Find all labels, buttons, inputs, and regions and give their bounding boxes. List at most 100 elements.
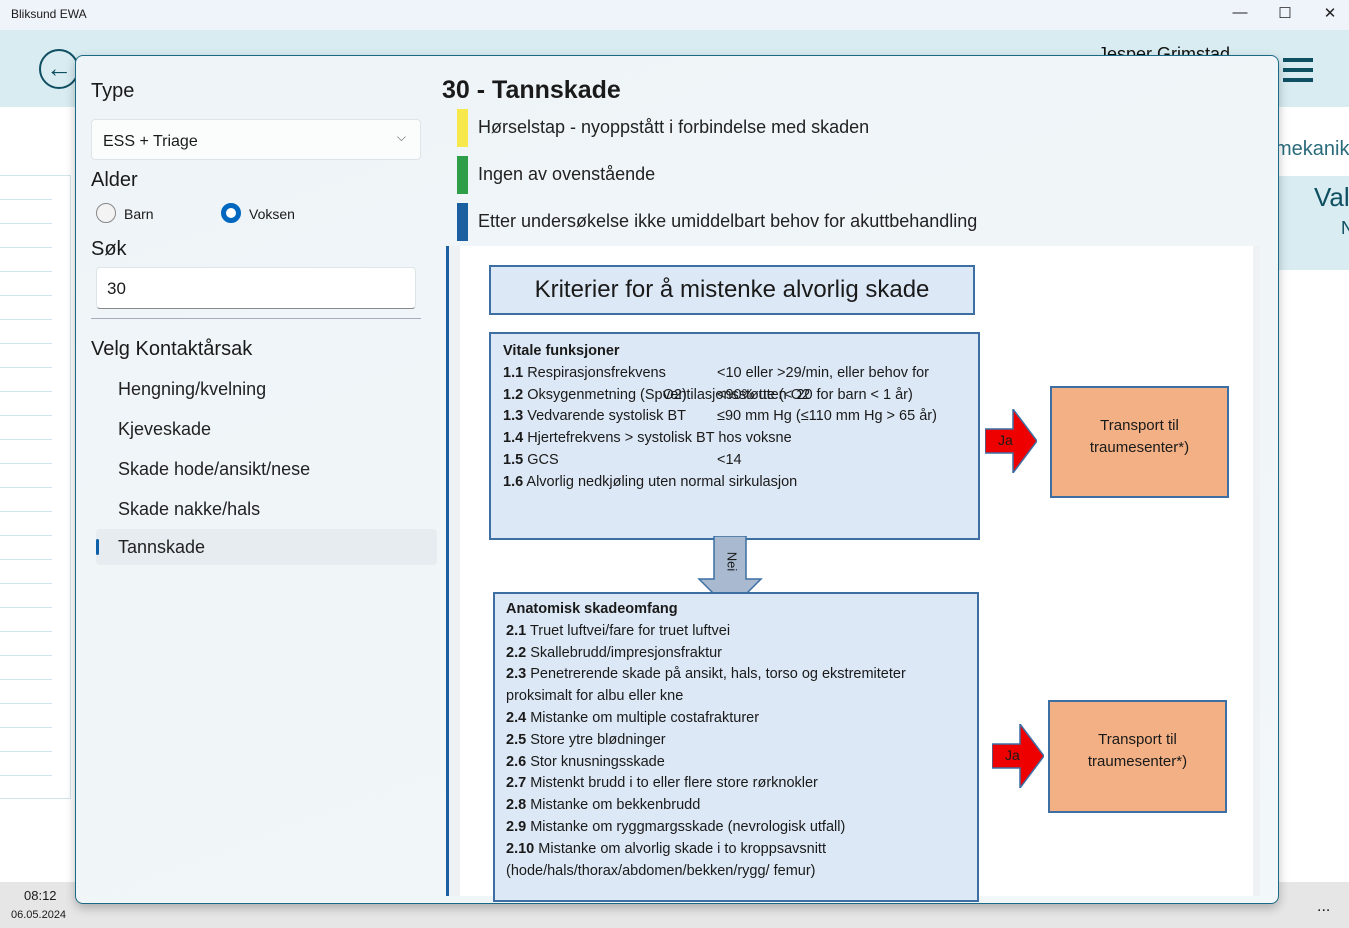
row-number: 1.4: [503, 430, 524, 447]
page-title: 30 - Tannskade: [442, 76, 621, 104]
row-text: Mistenkt brudd i to eller flere store rø…: [530, 775, 818, 792]
date: 06.05.2024: [11, 909, 67, 921]
search-input[interactable]: 30: [96, 267, 416, 309]
row-text: Alvorlig nedkjøling uten normal sirkulas…: [526, 473, 798, 490]
vital-row: 1.3 Vedvarende systolisk BT ≤90 mm Hg (≤1…: [503, 406, 966, 428]
clock: 08:12: [24, 888, 57, 903]
search-label: Søk: [91, 238, 127, 260]
criterion-text: Etter undersøkelse ikke umiddelbart beho…: [478, 211, 978, 231]
item-label: Tannskade: [118, 537, 206, 557]
row-number: 2.1: [506, 622, 527, 639]
vital-row: 1.2 Oksygenmetning (SpO2) <90% uten O2: [503, 385, 966, 407]
row-number: 1.2: [503, 386, 524, 403]
title-bar: Bliksund EWA — ☐ ✕: [0, 0, 1349, 30]
criterion-color-yellow: [457, 109, 468, 147]
row-number: 2.5: [506, 731, 527, 748]
row-number: 2.10: [506, 840, 535, 857]
anat-row: 2.3 Penetrerende skade på ansikt, hals, …: [506, 664, 966, 686]
row-number: 1.1: [503, 364, 524, 381]
row-text: Mistanke om alvorlig skade i to kroppsav…: [538, 840, 826, 857]
contact-reason-dialog: Type ESS + Triage ⌵ Alder Barn Voksen Sø…: [75, 55, 1279, 904]
row-text: Mistanke om bekkenbrudd: [530, 797, 701, 814]
list-item-selected[interactable]: Tannskade: [96, 529, 437, 565]
row-text: Mistanke om ryggmargsskade (nevrologisk …: [530, 818, 846, 835]
row-text: Store ytre blødninger: [530, 731, 666, 748]
criterion-color-green: [457, 156, 468, 194]
transport-box: Transport til traumesenter*): [1048, 700, 1227, 813]
contact-reason-label: Velg Kontaktårsak: [91, 338, 253, 360]
app-title: Bliksund EWA: [11, 7, 87, 21]
list-item[interactable]: Kjeveskade: [96, 411, 437, 447]
flowchart-image: Kriterier for å mistenke alvorlig skade …: [460, 246, 1253, 902]
anat-row: 2.6 Stor knusningsskade: [506, 752, 966, 774]
anatomic-box: Anatomisk skadeomfang 2.1 Truet luftvei/…: [493, 592, 979, 902]
row-number: 2.3: [506, 666, 527, 683]
anat-title: Anatomisk skadeomfang: [506, 601, 678, 617]
row-number: 2.9: [506, 818, 527, 835]
row-value: <10 eller >29/min, eller behov for: [717, 364, 929, 381]
item-label: Kjeveskade: [118, 419, 212, 439]
row-text: Mistanke om multiple costafrakturer: [530, 709, 760, 726]
selection-indicator: [96, 539, 99, 555]
anat-row: proksimalt for albu eller kne: [506, 686, 966, 708]
list-item[interactable]: Hengning/kvelning: [96, 371, 437, 407]
row-text: GCS: [527, 451, 559, 468]
radio-voksen[interactable]: [221, 203, 241, 223]
row-number: 1.3: [503, 408, 524, 425]
chevron-down-icon: ⌵: [396, 130, 406, 144]
no-label: Nei: [724, 551, 740, 572]
maximize-button[interactable]: ☐: [1270, 4, 1300, 22]
criterion-row[interactable]: Hørselstap - nyoppstått i forbindelse me…: [457, 109, 1017, 147]
anat-row: 2.2 Skallebrudd/impresjonsfraktur: [506, 643, 966, 665]
anat-row: 2.7 Mistenkt brudd i to eller flere stor…: [506, 773, 966, 795]
item-label: Skade hode/ansikt/nese: [118, 459, 311, 479]
anat-row: 2.10 Mistanke om alvorlig skade i to kro…: [506, 839, 966, 861]
vital-row: 1.1 Respirasjonsfrekvens <10 eller >29/mi…: [503, 363, 966, 385]
minimize-button[interactable]: —: [1225, 4, 1255, 21]
type-value: ESS + Triage: [103, 133, 198, 150]
type-dropdown[interactable]: ESS + Triage ⌵: [91, 119, 421, 160]
row-text: Vedvarende systolisk BT: [527, 408, 686, 425]
vital-functions-box: Vitale funksjoner 1.1 Respirasjonsfrekve…: [489, 332, 980, 540]
back-arrow-icon[interactable]: ←: [39, 49, 79, 89]
item-label: Hengning/kvelning: [118, 379, 267, 399]
divider: [91, 318, 421, 319]
anat-row: 2.8 Mistanke om bekkenbrudd: [506, 795, 966, 817]
criterion-row[interactable]: Etter undersøkelse ikke umiddelbart beho…: [457, 203, 1017, 241]
item-label: Skade nakke/hals: [118, 499, 261, 519]
vital-row: 1.4 Hjertefrekvens > systolisk BT hos vo…: [503, 428, 966, 450]
vital-row: 1.6 Alvorlig nedkjøling uten normal sirk…: [503, 472, 966, 494]
more-icon[interactable]: ...: [1317, 898, 1330, 916]
row-number: 1.5: [503, 451, 524, 468]
radio-voksen-label: Voksen: [249, 206, 295, 222]
background-text: mekanikk: [1275, 138, 1349, 160]
radio-barn[interactable]: [96, 203, 116, 223]
anat-row: 2.4 Mistanke om multiple costafrakturer: [506, 708, 966, 730]
row-text: (hode/hals/thorax/abdomen/bekken/rygg/ f…: [506, 862, 816, 879]
yes-label: Ja: [998, 432, 1013, 448]
anat-row: (hode/hals/thorax/abdomen/bekken/rygg/ f…: [506, 861, 966, 883]
row-number: 2.4: [506, 709, 527, 726]
anat-row: 2.9 Mistanke om ryggmargsskade (nevrolog…: [506, 817, 966, 839]
hamburger-menu-icon[interactable]: [1283, 58, 1313, 88]
anat-row: 2.1 Truet luftvei/fare for truet luftvei: [506, 621, 966, 643]
row-text: Stor knusningsskade: [530, 753, 665, 770]
transport-box: Transport til traumesenter*): [1050, 386, 1229, 498]
criterion-text: Ingen av ovenstående: [478, 164, 656, 184]
background-panel: Val N: [1278, 176, 1349, 270]
row-number: 2.7: [506, 775, 527, 792]
row-text: Penetrerende skade på ansikt, hals, tors…: [530, 666, 906, 683]
criterion-text: Hørselstap - nyoppstått i forbindelse me…: [478, 117, 870, 137]
close-button[interactable]: ✕: [1315, 4, 1345, 22]
type-label: Type: [91, 80, 135, 102]
row-number: 2.8: [506, 797, 527, 814]
criterion-row[interactable]: Ingen av ovenstående: [457, 156, 1017, 194]
panel-sub: N: [1341, 218, 1349, 238]
background-list: [0, 175, 71, 799]
list-item[interactable]: Skade hode/ansikt/nese: [96, 451, 437, 487]
row-text: Oksygenmetning (SpO2): [527, 386, 687, 403]
flowchart-title: Kriterier for å mistenke alvorlig skade: [489, 265, 975, 315]
row-text: Skallebrudd/impresjonsfraktur: [530, 644, 723, 661]
list-item[interactable]: Skade nakke/hals: [96, 491, 437, 527]
yes-label: Ja: [1005, 747, 1020, 763]
